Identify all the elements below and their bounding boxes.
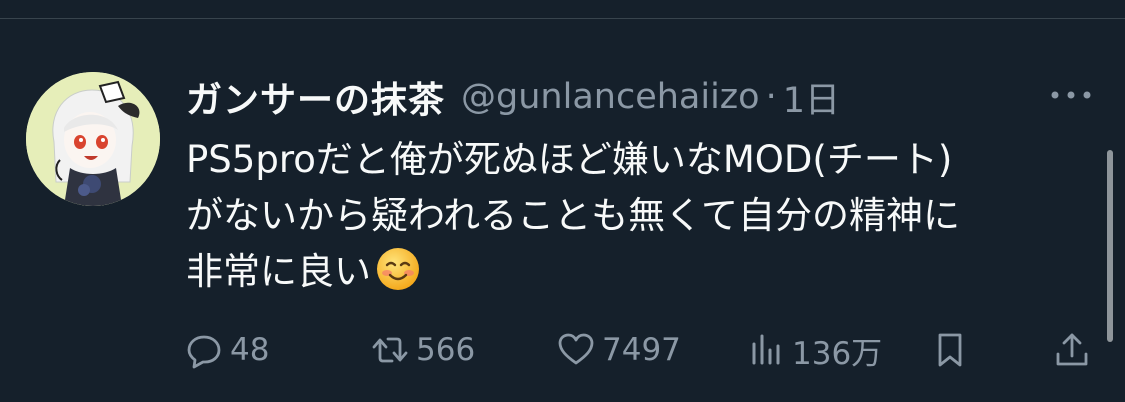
heart-icon xyxy=(558,333,594,365)
tweet-text-content: PS5proだと俺が死ぬほど嫌いなMOD(チート) がないから疑われることも無く… xyxy=(186,138,961,293)
share-button[interactable] xyxy=(1052,326,1092,374)
more-icon xyxy=(1051,91,1091,99)
like-count: 7497 xyxy=(602,332,681,368)
author-handle[interactable]: @gunlancehaiizo xyxy=(461,77,760,117)
avatar-illustration xyxy=(26,72,160,206)
share-icon xyxy=(1056,333,1088,366)
views-count: 136万 xyxy=(792,335,883,372)
action-bar: 48 566 7497 136万 xyxy=(184,326,1094,374)
tweet-header: ガンサーの抹茶 @gunlancehaiizo · 1日 xyxy=(186,72,840,122)
views-icon xyxy=(752,334,780,365)
repost-count: 566 xyxy=(416,332,476,368)
reply-button[interactable]: 48 xyxy=(184,326,269,374)
repost-button[interactable]: 566 xyxy=(370,326,475,374)
reply-icon xyxy=(187,335,221,369)
reply-count: 48 xyxy=(230,332,270,368)
top-divider xyxy=(0,18,1125,19)
views-button[interactable]: 136万 xyxy=(746,326,882,374)
like-button[interactable]: 7497 xyxy=(556,326,681,374)
tweet-text: PS5proだと俺が死ぬほど嫌いなMOD(チート) がないから疑われることも無く… xyxy=(186,132,1066,300)
avatar[interactable] xyxy=(26,72,160,206)
scrollbar[interactable] xyxy=(1107,150,1113,342)
bookmark-icon xyxy=(938,333,962,367)
more-options-button[interactable] xyxy=(1048,80,1094,110)
tweet-timestamp[interactable]: 1日 xyxy=(783,72,840,123)
repost-icon xyxy=(372,337,408,363)
smiling-face-emoji xyxy=(375,246,421,292)
separator-dot: · xyxy=(765,77,777,117)
author-name[interactable]: ガンサーの抹茶 xyxy=(186,71,445,123)
bookmark-button[interactable] xyxy=(930,326,970,374)
